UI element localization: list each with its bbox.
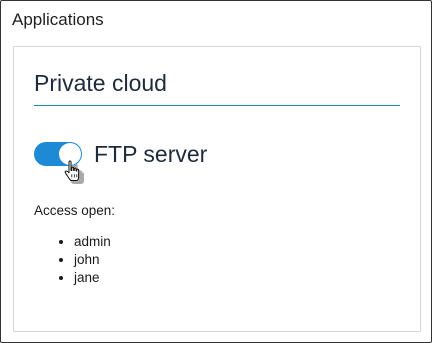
access-user-list: admin john jane bbox=[34, 233, 111, 287]
window-title: Applications bbox=[12, 10, 104, 29]
ftp-server-label: FTP server bbox=[94, 141, 208, 167]
panel-divider bbox=[34, 105, 400, 106]
access-open-heading: Access open: bbox=[34, 203, 116, 218]
applications-window: Applications Private cloud FTP server Ac… bbox=[0, 0, 432, 343]
hand-pointer-icon bbox=[64, 160, 84, 184]
list-item: jane bbox=[74, 269, 111, 287]
private-cloud-panel: Private cloud FTP server Access open: ad… bbox=[13, 46, 421, 332]
panel-title: Private cloud bbox=[34, 70, 167, 96]
list-item: admin bbox=[74, 233, 111, 251]
list-item: john bbox=[74, 251, 111, 269]
